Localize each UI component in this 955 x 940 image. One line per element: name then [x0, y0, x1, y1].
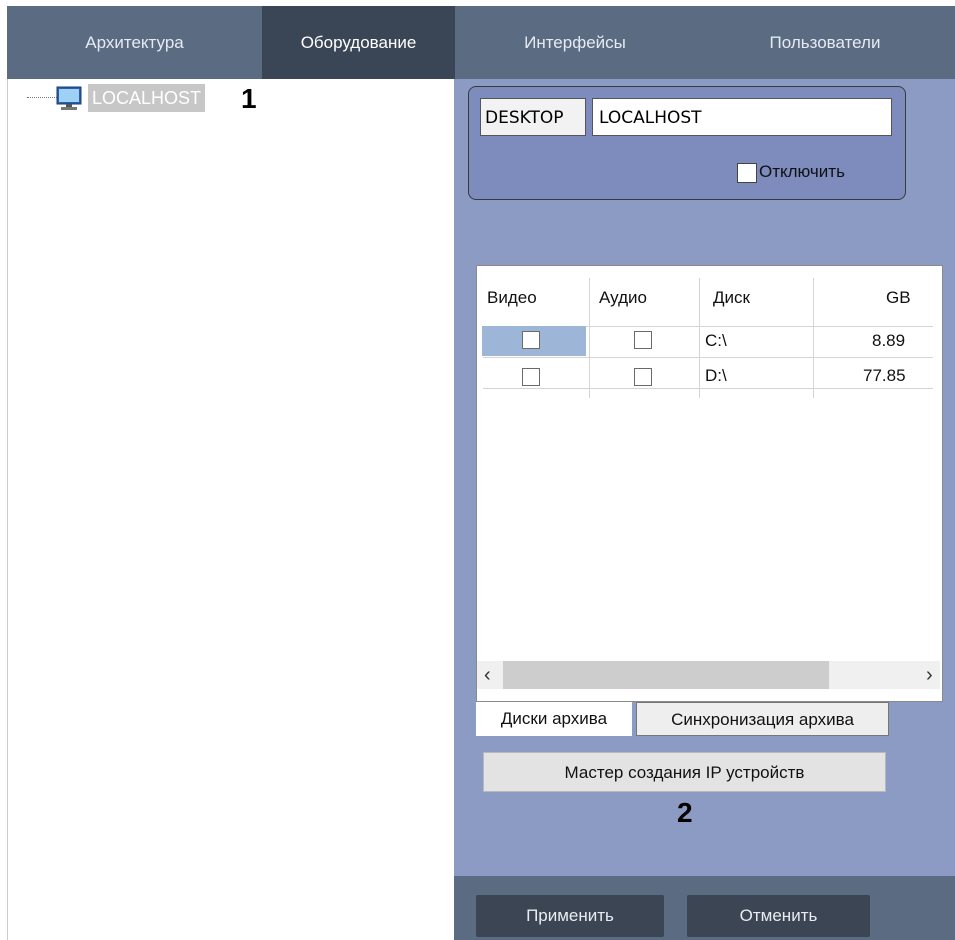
tree-connector-line	[27, 97, 57, 98]
disable-checkbox-label: Отключить	[759, 162, 845, 181]
audio-checkbox-d[interactable]	[634, 368, 652, 386]
scroll-left-icon[interactable]: ‹	[484, 662, 491, 688]
tab-equipment[interactable]: Оборудование	[262, 6, 455, 79]
scroll-right-icon[interactable]: ›	[926, 662, 933, 688]
ip-device-wizard-button[interactable]: Мастер создания IP устройств	[483, 752, 886, 792]
row-divider	[483, 388, 933, 389]
gb-cell: 8.89	[872, 331, 906, 350]
gb-cell: 77.85	[863, 366, 906, 385]
annotation-marker-2: 2	[677, 797, 693, 828]
host-name-input[interactable]: LOCALHOST	[592, 98, 892, 136]
disk-cell: D:\	[705, 366, 727, 385]
tree-item-localhost[interactable]: LOCALHOST	[88, 84, 206, 112]
column-header-audio[interactable]: Аудио	[599, 288, 647, 308]
video-checkbox-c[interactable]	[522, 331, 540, 349]
disk-cell: C:\	[705, 331, 727, 350]
cancel-button[interactable]: Отменить	[687, 895, 870, 937]
audio-checkbox-c[interactable]	[634, 331, 652, 349]
tab-archive-disks[interactable]: Диски архива	[476, 702, 632, 736]
apply-button[interactable]: Применить	[476, 895, 664, 937]
tab-architecture[interactable]: Архитектура	[7, 6, 262, 79]
column-header-gb[interactable]: GB	[886, 288, 911, 308]
tab-interfaces[interactable]: Интерфейсы	[455, 6, 695, 79]
desktop-name-field[interactable]: DESKTOP	[480, 98, 586, 136]
video-checkbox-d[interactable]	[522, 368, 540, 386]
disable-checkbox[interactable]	[737, 163, 757, 183]
column-divider	[589, 278, 590, 398]
column-header-video[interactable]: Видео	[487, 288, 537, 308]
column-divider	[699, 278, 700, 398]
column-header-disk[interactable]: Диск	[713, 288, 750, 308]
computer-icon	[56, 86, 82, 110]
row-divider	[483, 357, 933, 358]
scrollbar-thumb[interactable]	[503, 661, 829, 689]
tab-archive-sync[interactable]: Синхронизация архива	[636, 702, 889, 736]
main-tab-bar: Архитектура Оборудование Интерфейсы Поль…	[7, 6, 955, 79]
column-divider	[813, 278, 814, 398]
tab-users[interactable]: Пользователи	[695, 6, 955, 79]
hardware-tree-panel	[7, 79, 455, 940]
annotation-marker-1: 1	[241, 83, 257, 114]
